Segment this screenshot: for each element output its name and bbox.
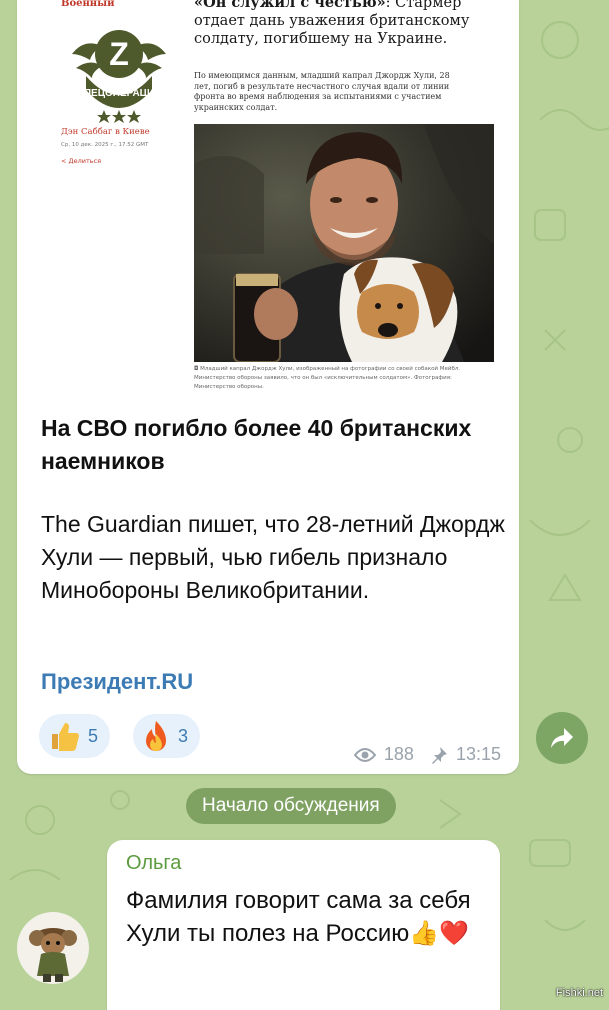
post-body-text: The Guardian пишет, что 28-летний Джордж… [41, 511, 505, 603]
article-date: Ср, 10 дек. 2025 г., 17.52 GMT [61, 142, 149, 148]
photo-caption: ◘ Младший капрал Джордж Хули, изображенн… [194, 365, 484, 392]
article-photo [194, 124, 494, 362]
article-headline: «Он служил с честью»: Стармер отдает дан… [194, 0, 484, 48]
article-share-link: < Делиться [61, 157, 101, 165]
pin-icon [431, 746, 447, 764]
share-arrow-icon [551, 728, 573, 748]
headline-quote: «Он служил с честью» [194, 0, 386, 11]
article-screenshot[interactable]: Военный Z СПЕЦОПЕРАЦИЯ Дэн Саббаг в Киев… [17, 0, 519, 405]
post-meta: 188 13:15 [353, 744, 501, 765]
z-specoperation-logo: Z СПЕЦОПЕРАЦИЯ [64, 14, 174, 124]
comment-bubble: Ольга Фамилия говорит сама за себя Хули … [107, 840, 500, 1010]
reaction-count: 3 [178, 725, 189, 746]
comment-author-name[interactable]: Ольга [126, 852, 181, 875]
channel-post-bubble: Военный Z СПЕЦОПЕРАЦИЯ Дэн Саббаг в Киев… [17, 0, 519, 774]
share-icon: < [61, 157, 67, 165]
avatar[interactable] [17, 912, 89, 984]
article-byline: Дэн Саббаг в Киеве [61, 127, 150, 137]
svg-text:СПЕЦОПЕРАЦИЯ: СПЕЦОПЕРАЦИЯ [77, 88, 162, 99]
comment-text: Фамилия говорит сама за себя Хули ты пол… [126, 884, 496, 950]
svg-text:Z: Z [109, 36, 129, 72]
discussion-start-label: Начало обсуждения [186, 788, 396, 824]
share-label: Делиться [68, 157, 102, 165]
thumbs-up-icon [52, 723, 79, 751]
reaction-count: 5 [88, 725, 99, 746]
article-section-label: Военный [61, 0, 115, 9]
reaction-fire[interactable]: 3 [133, 714, 201, 758]
views-eye-icon [353, 747, 376, 762]
post-headline: На СВО погибло более 40 британских наемн… [41, 415, 472, 474]
watermark: Fishki.net [555, 987, 603, 999]
photo-caption-text: Младший капрал Джордж Хули, изображенный… [194, 366, 461, 390]
comment-emoji: 👍❤️ [409, 920, 469, 947]
views-count: 188 [383, 744, 414, 764]
reaction-thumbs-up[interactable]: 5 [39, 714, 111, 758]
channel-signature-link[interactable]: Президент.RU [41, 669, 193, 695]
article-lede: По имеющимся данным, младший капрал Джор… [194, 71, 450, 112]
forward-button[interactable] [536, 712, 588, 764]
post-time: 13:15 [455, 744, 501, 764]
fire-icon [146, 721, 166, 751]
